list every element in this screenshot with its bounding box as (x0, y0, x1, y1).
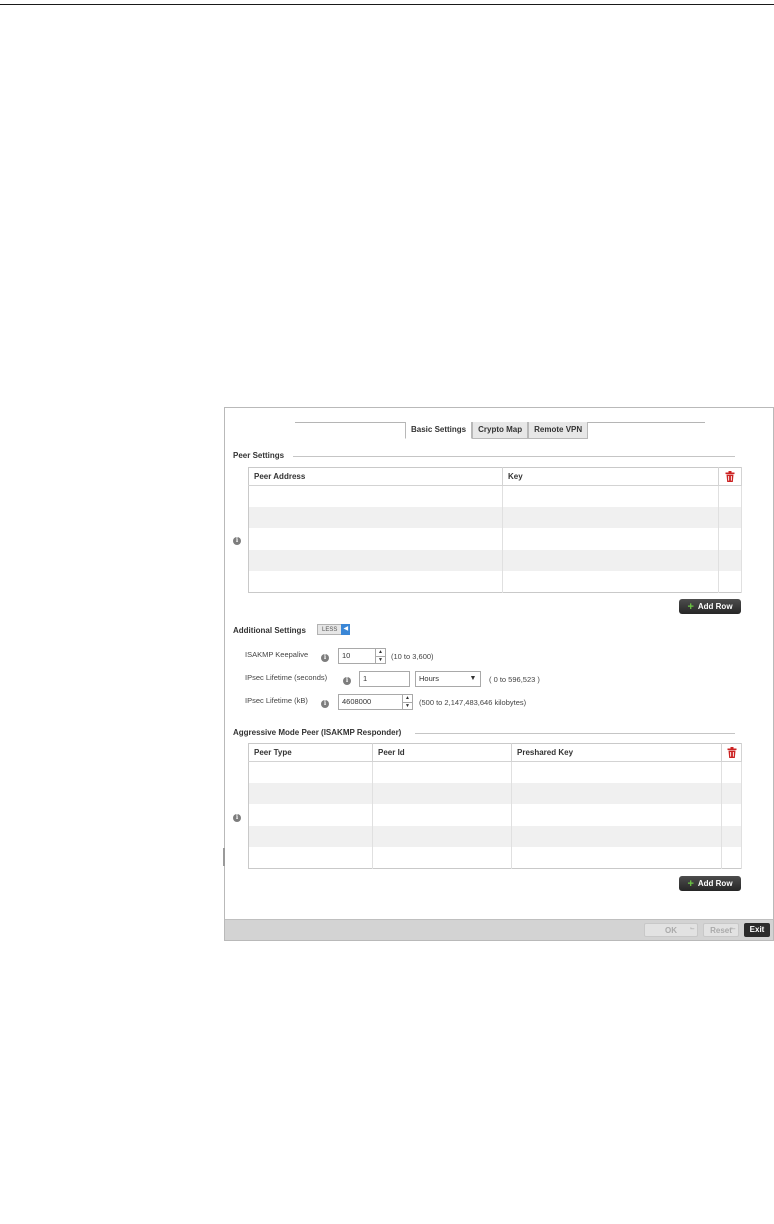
column-peer-id[interactable]: Peer Id (372, 743, 512, 762)
plus-icon: + (687, 600, 694, 613)
tab-remote-vpn[interactable]: Remote VPN (528, 422, 589, 439)
peer-settings-title: Peer Settings (233, 451, 285, 460)
table-row[interactable] (248, 571, 742, 593)
column-preshared-key[interactable]: Preshared Key (511, 743, 722, 762)
less-toggle-button[interactable]: LESS ◀ (317, 624, 351, 635)
spin-down-icon[interactable]: ▼ (403, 703, 412, 710)
table-row[interactable] (248, 549, 742, 572)
isakmp-keepalive-range: (10 to 3,600) (391, 652, 434, 661)
peer-settings-table: Peer Address Key (248, 467, 742, 593)
table-row[interactable] (248, 485, 742, 507)
additional-settings-title: Additional Settings (233, 626, 306, 635)
add-row-label: Add Row (697, 602, 733, 611)
page-top-rule (0, 4, 774, 5)
tab-basic-settings[interactable]: Basic Settings (405, 422, 473, 439)
ipsec-lifetime-seconds-range: ( 0 to 596,523 ) (489, 675, 540, 684)
table-row[interactable] (248, 804, 742, 826)
spin-up-icon[interactable]: ▲ (403, 695, 412, 703)
delete-rows-button[interactable] (721, 743, 742, 762)
ok-button[interactable]: OK ⌙ (644, 923, 698, 937)
trash-icon[interactable] (727, 747, 737, 758)
table-row[interactable] (248, 761, 742, 783)
lifetime-unit-select[interactable]: Hours ▼ (415, 671, 481, 687)
tab-bar: Basic Settings Crypto Map Remote VPN (405, 422, 589, 439)
exit-button[interactable]: Exit (744, 923, 770, 937)
aggressive-mode-divider (415, 733, 735, 734)
ipsec-lifetime-seconds-input[interactable]: 1 (359, 671, 410, 687)
ok-label: OK (665, 926, 677, 935)
trash-icon[interactable] (725, 471, 735, 482)
collapse-arrow-icon: ◀ (341, 624, 351, 635)
reset-label: Reset (710, 926, 732, 935)
peer-add-row-button[interactable]: + Add Row (679, 599, 741, 614)
ipsec-lifetime-kb-range: (500 to 2,147,483,646 kilobytes) (419, 698, 527, 707)
isakmp-keepalive-info-icon[interactable]: i (321, 654, 329, 662)
table-row[interactable] (248, 847, 742, 869)
lifetime-unit-value: Hours (419, 674, 440, 683)
dialog-edge-notch (223, 848, 225, 866)
table-row[interactable] (248, 825, 742, 848)
plus-icon: + (687, 877, 694, 890)
delete-rows-button[interactable] (718, 467, 742, 486)
dialog-footer: OK ⌙ Reset ⌙ Exit (225, 919, 773, 940)
column-peer-address[interactable]: Peer Address (248, 467, 503, 486)
column-peer-type[interactable]: Peer Type (248, 743, 373, 762)
resize-corner-icon: ⌙ (730, 926, 736, 932)
table-row[interactable] (248, 528, 742, 550)
column-key[interactable]: Key (502, 467, 719, 486)
reset-button[interactable]: Reset ⌙ (703, 923, 739, 937)
add-row-label: Add Row (697, 879, 733, 888)
aggressive-mode-info-icon[interactable]: i (233, 814, 241, 822)
isakmp-keepalive-spinner[interactable]: 10 ▲ ▼ (338, 648, 386, 664)
spinner-arrows: ▲ ▼ (375, 649, 385, 663)
isakmp-keepalive-label: ISAKMP Keepalive (245, 650, 309, 659)
table-row[interactable] (248, 506, 742, 529)
ipsec-lifetime-kb-label: IPsec Lifetime (kB) (245, 696, 308, 705)
peer-settings-divider (293, 456, 735, 457)
ipsec-lifetime-seconds-label: IPsec Lifetime (seconds) (245, 673, 328, 682)
ipsec-lifetime-seconds-info-icon[interactable]: i (343, 677, 351, 685)
peer-settings-info-icon[interactable]: i (233, 537, 241, 545)
ipsec-lifetime-kb-info-icon[interactable]: i (321, 700, 329, 708)
resize-corner-icon: ⌙ (689, 926, 695, 932)
vpn-policy-dialog: Basic Settings Crypto Map Remote VPN Pee… (223, 407, 774, 941)
chevron-down-icon: ▼ (469, 675, 477, 682)
aggressive-mode-title: Aggressive Mode Peer (ISAKMP Responder) (233, 728, 402, 737)
table-row[interactable] (248, 782, 742, 805)
aggressive-add-row-button[interactable]: + Add Row (679, 876, 741, 891)
spin-up-icon[interactable]: ▲ (376, 649, 385, 657)
aggressive-mode-table: Peer Type Peer Id Preshared Key (248, 743, 742, 869)
tab-crypto-map[interactable]: Crypto Map (472, 422, 529, 439)
less-toggle-label: LESS (317, 624, 342, 635)
ipsec-lifetime-kb-value[interactable]: 4608000 (339, 695, 402, 709)
spin-down-icon[interactable]: ▼ (376, 657, 385, 664)
isakmp-keepalive-value[interactable]: 10 (339, 649, 375, 663)
spinner-arrows: ▲ ▼ (402, 695, 412, 709)
ipsec-lifetime-kb-spinner[interactable]: 4608000 ▲ ▼ (338, 694, 413, 710)
